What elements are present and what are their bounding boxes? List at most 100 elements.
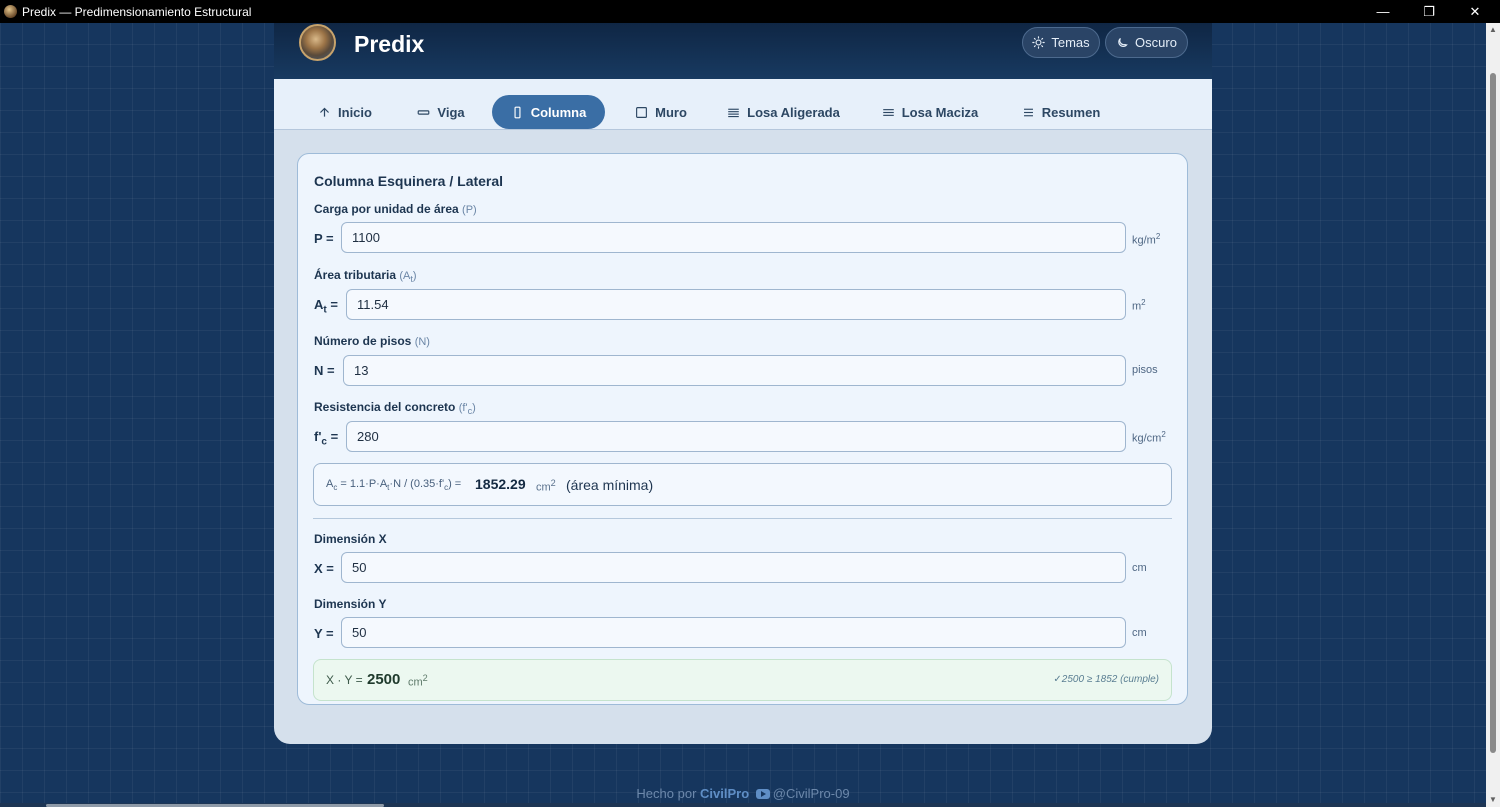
footer-made-by: Hecho por <box>636 786 697 801</box>
load-label-text: Carga por unidad de área <box>314 202 459 216</box>
tab-resumen-label: Resumen <box>1041 104 1101 120</box>
tributary-area-symbol: At = <box>314 297 338 316</box>
horizontal-scrollbar[interactable] <box>0 803 1486 807</box>
tab-losa-aligerada[interactable]: Losa Aligerada <box>726 95 841 129</box>
tab-inicio-label: Inicio <box>338 104 372 120</box>
concrete-strength-unit: kg/cm2 <box>1132 430 1166 445</box>
load-hint: (P) <box>462 204 477 216</box>
tab-inicio[interactable]: Inicio <box>310 95 380 129</box>
tributary-area-label-text: Área tributaria <box>314 268 397 282</box>
dimension-y-label: Dimensión Y <box>314 597 387 611</box>
vertical-scrollbar[interactable]: ▲ ▼ <box>1486 23 1500 807</box>
floors-input[interactable]: 13 <box>343 355 1126 386</box>
ta-unit-text: m <box>1132 300 1142 313</box>
floors-unit: pisos <box>1132 364 1158 376</box>
area-result-value: 2500 <box>367 671 401 688</box>
load-unit-sup: 2 <box>1155 232 1161 241</box>
footer: Hecho por CivilPro @CivilPro-09 <box>0 786 1486 801</box>
floors-label: Número de pisos (N) <box>314 334 430 348</box>
ta-unit-sup: 2 <box>1141 298 1146 307</box>
required-area-note: (área mínima) <box>566 477 654 493</box>
dimension-y-unit: cm <box>1132 627 1147 639</box>
footer-author-link[interactable]: CivilPro <box>700 786 749 801</box>
summary-icon <box>1023 108 1033 116</box>
required-area-unit: cm2 <box>536 478 556 494</box>
wall-icon <box>636 106 648 118</box>
fc-unit-sup: 2 <box>1161 430 1166 439</box>
scroll-up-arrow-icon[interactable]: ▲ <box>1486 23 1500 37</box>
tab-bar: Inicio Viga Columna Muro Losa Aligerada … <box>274 79 1212 130</box>
section-divider <box>313 518 1172 519</box>
ta-hint-main: (A <box>399 270 411 282</box>
area-formula-box: Ac = 1.1·P·At·N / (0.35·f'c) = 1852.29 c… <box>313 463 1172 506</box>
logo-avatar <box>299 24 336 61</box>
sun-icon <box>1032 36 1046 49</box>
fc-unit-text: kg/cm <box>1132 432 1162 445</box>
load-label: Carga por unidad de área (P) <box>314 202 477 216</box>
tab-muro-label: Muro <box>655 104 687 120</box>
window-title: Predix — Predimensionamiento Estructural <box>22 4 252 19</box>
window-titlebar: Predix — Predimensionamiento Estructural… <box>0 0 1500 23</box>
dimension-x-label: Dimensión X <box>314 532 387 546</box>
tab-columna-label: Columna <box>530 104 587 120</box>
tab-resumen[interactable]: Resumen <box>1020 95 1102 129</box>
tributary-area-input[interactable]: 11.54 <box>346 289 1126 320</box>
area-check-status: ✓2500 ≥ 1852 (cumple) <box>1053 674 1159 685</box>
minimize-button[interactable]: — <box>1360 0 1406 23</box>
tributary-area-label: Área tributaria (At) <box>314 268 417 284</box>
tab-muro[interactable]: Muro <box>626 95 696 129</box>
dark-mode-label: Oscuro <box>1135 35 1177 50</box>
concrete-strength-symbol: f'c = <box>314 429 338 448</box>
area-formula: Ac = 1.1·P·At·N / (0.35·f'c) = <box>326 478 461 492</box>
required-area-value: 1852.29 <box>475 476 526 492</box>
home-icon <box>320 107 330 117</box>
tributary-area-unit: m2 <box>1132 298 1146 313</box>
themes-button[interactable]: Temas <box>1022 27 1100 58</box>
tab-columna[interactable]: Columna <box>492 95 605 129</box>
tributary-area-hint: (At) <box>399 270 417 284</box>
concrete-strength-input[interactable]: 280 <box>346 421 1126 452</box>
area-result-label: X · Y = <box>326 673 363 687</box>
ta-symbol-main: A <box>314 297 324 312</box>
close-button[interactable]: ✕ <box>1452 0 1498 23</box>
footer-channel-link[interactable]: @CivilPro-09 <box>773 786 850 801</box>
floors-hint: (N) <box>414 336 430 348</box>
column-panel: Columna Esquinera / Lateral Carga por un… <box>297 153 1188 705</box>
concrete-strength-label-text: Resistencia del concreto <box>314 400 456 414</box>
brand-name: Predix <box>354 31 425 57</box>
dimension-x-input[interactable]: 50 <box>341 552 1126 583</box>
concrete-strength-hint: (f'c) <box>458 402 476 416</box>
fc-hint-end: ) <box>472 402 476 414</box>
formula-rest: ·N / (0.35·f' <box>389 478 445 490</box>
ta-hint-end: ) <box>412 270 417 282</box>
maximize-button[interactable]: ❐ <box>1406 0 1452 23</box>
floors-label-text: Número de pisos <box>314 334 412 348</box>
panel-title: Columna Esquinera / Lateral <box>314 173 504 189</box>
load-unit: kg/m2 <box>1132 232 1160 247</box>
slab-icon <box>728 108 739 117</box>
area-result-box: X · Y = 2500 cm2 ✓2500 ≥ 1852 (cumple) <box>313 659 1172 701</box>
tab-viga[interactable]: Viga <box>410 95 472 129</box>
load-symbol: P = <box>314 231 334 246</box>
scroll-thumb[interactable] <box>1490 73 1496 753</box>
formula-end: ) = <box>448 478 462 490</box>
dimension-x-symbol: X = <box>314 561 334 576</box>
load-input[interactable]: 1100 <box>341 222 1126 253</box>
formula-mid: = 1.1·P·A <box>337 478 388 490</box>
scroll-down-arrow-icon[interactable]: ▼ <box>1486 793 1500 807</box>
concrete-strength-label: Resistencia del concreto (f'c) <box>314 400 476 416</box>
dimension-y-input[interactable]: 50 <box>341 617 1126 648</box>
column-icon <box>514 106 521 118</box>
dark-mode-button[interactable]: Oscuro <box>1105 27 1188 58</box>
moon-icon <box>1118 37 1128 47</box>
main-card: Inicio Viga Columna Muro Losa Aligerada … <box>274 79 1212 744</box>
formula-unit-text: cm <box>536 481 551 494</box>
themes-label: Temas <box>1051 35 1090 50</box>
tab-losa-maciza[interactable]: Losa Maciza <box>880 95 980 129</box>
youtube-icon <box>755 789 770 799</box>
tab-losa-maciza-label: Losa Maciza <box>901 104 979 120</box>
fc-hint-main: (f' <box>458 402 468 414</box>
load-unit-text: kg/m <box>1132 234 1156 247</box>
tab-viga-label: Viga <box>437 104 465 120</box>
result-unit-text: cm <box>408 676 423 689</box>
